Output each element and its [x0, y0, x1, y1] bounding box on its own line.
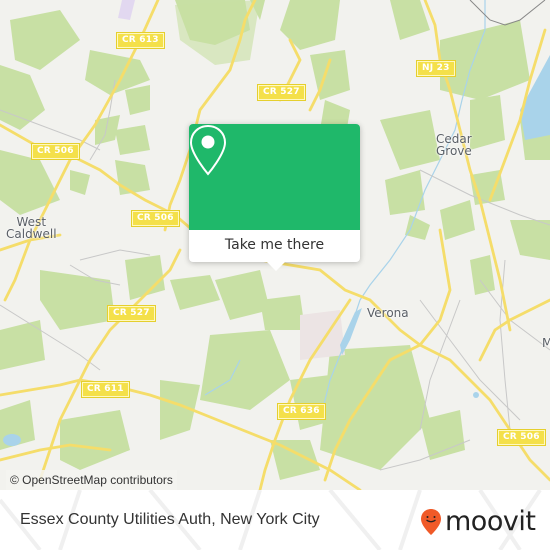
railway	[469, 0, 546, 26]
road-shield-cr506: CR 506	[497, 429, 546, 446]
road-shield-cr611: CR 611	[81, 381, 130, 398]
road-shield-nj23: NJ 23	[416, 60, 456, 77]
moovit-wordmark: moovit	[445, 506, 536, 537]
moovit-logo[interactable]: moovit	[420, 506, 536, 537]
map-view[interactable]: CR 613 CR 506 CR 506 CR 527 NJ 23 CR 527…	[0, 0, 550, 490]
place-label-montclair: M	[542, 336, 550, 350]
location-popup: Take me there	[189, 124, 360, 271]
map-attribution[interactable]: © OpenStreetMap contributors	[6, 470, 177, 490]
popup-header	[189, 124, 360, 230]
moovit-pin-icon	[421, 509, 441, 535]
place-label-west-caldwell: West Caldwell	[6, 215, 57, 241]
place-label-cedar-grove: Cedar Grove	[436, 132, 472, 158]
landuse-area	[118, 0, 135, 20]
road-shield-cr527: CR 527	[257, 84, 306, 101]
road-shield-cr636: CR 636	[277, 403, 326, 420]
road-shield-cr506: CR 506	[131, 210, 180, 227]
road-shield-cr613: CR 613	[116, 32, 165, 49]
location-pin-icon	[189, 124, 227, 176]
footer-bar: Essex County Utilities Auth, New York Ci…	[0, 490, 550, 550]
road-shield-cr527: CR 527	[107, 305, 156, 322]
take-me-there-button[interactable]: Take me there	[189, 230, 360, 262]
popup-pointer	[267, 262, 285, 271]
place-label-verona: Verona	[367, 306, 409, 320]
location-title: Essex County Utilities Auth, New York Ci…	[20, 511, 320, 528]
road-shield-cr506: CR 506	[31, 143, 80, 160]
